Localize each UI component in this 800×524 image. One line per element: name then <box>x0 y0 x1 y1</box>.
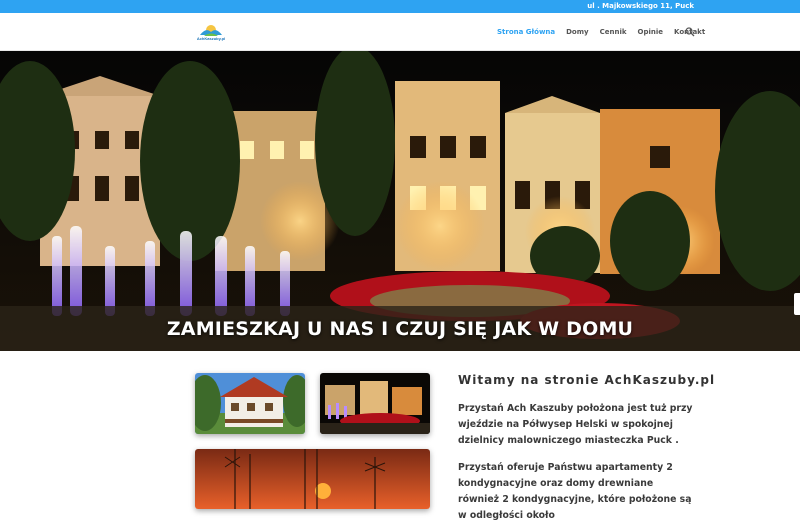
thumbnail-sunset[interactable] <box>195 449 430 509</box>
address-text: ul . Majkowskiego 11, Puck <box>587 2 694 10</box>
site-header: AchKaszuby.pl Strona Główna Domy Cennik … <box>0 13 800 51</box>
hero-image <box>0 51 800 351</box>
nav-item-houses[interactable]: Domy <box>566 28 588 36</box>
hero-title: ZAMIESZKAJ U NAS I CZUJ SIĘ JAK W DOMU <box>166 318 634 340</box>
main-content: Witamy na stronie AchKaszuby.pl Przystań… <box>0 351 800 521</box>
nav-item-prices[interactable]: Cennik <box>600 28 627 36</box>
logo-icon <box>200 25 222 36</box>
town-night-image <box>320 373 430 434</box>
logo-text: AchKaszuby.pl <box>196 36 226 41</box>
nav-item-home[interactable]: Strona Główna <box>497 28 555 36</box>
thumbnail-house[interactable] <box>195 373 305 434</box>
welcome-title: Witamy na stronie AchKaszuby.pl <box>458 373 716 387</box>
nav-item-reviews[interactable]: Opinie <box>638 28 664 36</box>
house-image <box>195 373 305 434</box>
site-logo[interactable]: AchKaszuby.pl <box>196 23 226 45</box>
search-icon[interactable] <box>685 27 695 37</box>
thumbnail-town-night[interactable] <box>320 373 430 434</box>
main-nav: Strona Główna Domy Cennik Opinie Kontakt <box>497 27 716 37</box>
sunset-image <box>195 449 430 509</box>
top-bar: ul . Majkowskiego 11, Puck <box>0 0 800 13</box>
intro-paragraph-2: Przystań oferuje Państwu apartamenty 2 k… <box>458 462 692 521</box>
intro-paragraph-1: Przystań Ach Kaszuby położona jest tuż p… <box>458 403 693 446</box>
side-tab[interactable] <box>794 293 800 315</box>
hero-banner: ZAMIESZKAJ U NAS I CZUJ SIĘ JAK W DOMU <box>0 51 800 351</box>
